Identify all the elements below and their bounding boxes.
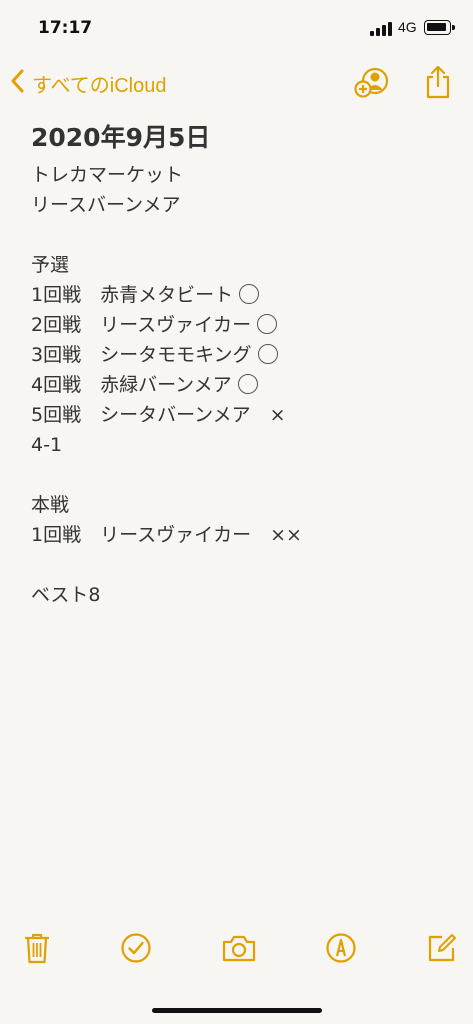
note-line-text: 4回戦 赤緑バーンメア: [31, 374, 232, 396]
signal-icon: [370, 22, 392, 36]
compose-button[interactable]: [422, 930, 462, 970]
note-line: 2回戦 リースヴァイカー: [31, 310, 451, 340]
status-bar: 17:17 4G: [0, 0, 473, 56]
camera-icon: [222, 934, 256, 966]
back-button[interactable]: すべてのiCloud: [10, 68, 167, 98]
circle-mark-icon: [237, 374, 258, 394]
note-line-text: 5回戦 シータバーンメア ×: [31, 404, 286, 426]
back-label: すべてのiCloud: [32, 74, 167, 97]
note-line: 1回戦 リースヴァイカー ××: [31, 520, 451, 550]
trash-icon: [23, 932, 51, 968]
compose-icon: [427, 933, 457, 967]
note-line-text: 3回戦 シータモモキング: [31, 344, 252, 366]
note-line-text: リースバーンメア: [31, 194, 181, 216]
note-line: トレカマーケット: [31, 160, 451, 190]
circle-mark-icon: [239, 284, 260, 304]
home-indicator: [152, 1008, 322, 1013]
add-person-icon: [354, 66, 390, 100]
note-blank-line: [31, 220, 451, 250]
note-line-text: トレカマーケット: [31, 164, 184, 186]
note-blank-line: [31, 550, 451, 580]
note-line: 1回戦 赤青メタビート: [31, 280, 451, 310]
note-line: 5回戦 シータバーンメア ×: [31, 400, 451, 430]
note-line: 4-1: [31, 430, 451, 460]
battery-icon: [424, 20, 455, 35]
network-type: 4G: [398, 19, 417, 35]
note-line-text: 予選: [31, 254, 70, 276]
chevron-left-icon: [10, 68, 26, 98]
status-time: 17:17: [38, 18, 93, 38]
note-line: 4回戦 赤緑バーンメア: [31, 370, 451, 400]
note-line: ベスト8: [31, 580, 451, 610]
bottom-toolbar: [0, 930, 473, 976]
checklist-icon: [120, 932, 152, 968]
circle-mark-icon: [257, 314, 278, 334]
note-blank-line: [31, 460, 451, 490]
note-line: 3回戦 シータモモキング: [31, 340, 451, 370]
camera-button[interactable]: [219, 930, 259, 970]
note-lines: トレカマーケット リースバーンメア 予選 1回戦 赤青メタビート 2回戦 リースヴァイカ…: [31, 160, 451, 610]
markup-button[interactable]: [321, 930, 361, 970]
note-title: 2020年9月5日: [31, 123, 211, 152]
note-line: リースバーンメア: [31, 190, 451, 220]
note-line-text: 1回戦 リースヴァイカー ××: [31, 524, 302, 546]
note-line-text: 2回戦 リースヴァイカー: [31, 314, 252, 336]
note-body[interactable]: 2020年9月5日 トレカマーケット リースバーンメア 予選 1回戦 赤青メタビート 2…: [31, 118, 451, 610]
share-icon: [424, 64, 452, 100]
share-button[interactable]: [424, 64, 452, 100]
note-line-text: 本戦: [31, 494, 70, 516]
note-line-text: ベスト8: [31, 584, 101, 606]
share-collaborator-button[interactable]: [354, 66, 390, 100]
note-line-text: 4-1: [31, 434, 63, 456]
note-line: 予選: [31, 250, 451, 280]
checklist-button[interactable]: [116, 930, 156, 970]
note-line: 本戦: [31, 490, 451, 520]
markup-pen-icon: [325, 932, 357, 968]
circle-mark-icon: [257, 344, 278, 364]
note-line-text: 1回戦 赤青メタビート: [31, 284, 234, 306]
delete-button[interactable]: [17, 930, 57, 970]
